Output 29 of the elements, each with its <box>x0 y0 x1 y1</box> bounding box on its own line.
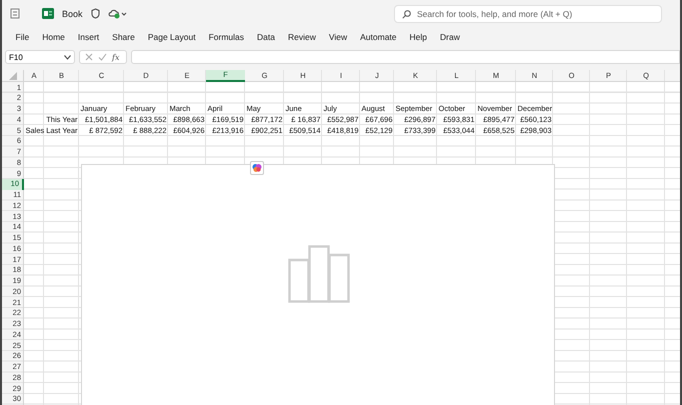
bar-chart-placeholder-icon <box>288 245 352 303</box>
cancel-icon <box>85 53 93 61</box>
document-title[interactable]: Book <box>62 8 83 18</box>
ribbon-tab[interactable]: Help <box>403 30 434 44</box>
checkmark-icon <box>98 53 107 61</box>
chart-area[interactable] <box>81 164 555 405</box>
insert-function-button[interactable]: fx <box>112 52 120 62</box>
cloud-check-icon <box>108 8 127 19</box>
ribbon-tab[interactable]: View <box>322 30 354 44</box>
ribbon-tab[interactable]: Draw <box>434 30 466 44</box>
ribbon-tab[interactable]: Data <box>250 30 282 44</box>
ribbon-tab[interactable]: Share <box>106 30 142 44</box>
ribbon-tab[interactable]: Home <box>36 30 72 44</box>
app-icon <box>10 8 20 19</box>
name-box[interactable]: F10 <box>5 50 75 64</box>
formula-input[interactable] <box>131 50 680 64</box>
shield-icon <box>90 8 100 19</box>
select-all-icon <box>9 72 17 80</box>
chevron-down-icon <box>64 54 71 60</box>
spreadsheet-logo-icon <box>42 8 54 19</box>
ribbon-tab[interactable]: File <box>9 30 36 44</box>
search-field[interactable]: Search for tools, help, and more (Alt + Q) <box>394 4 662 22</box>
search-icon <box>402 10 411 18</box>
copilot-icon <box>250 161 264 175</box>
ribbon-tab[interactable]: Formulas <box>202 30 251 44</box>
ribbon-tab[interactable]: Insert <box>71 30 106 44</box>
ribbon-tab[interactable]: Automate <box>354 30 404 44</box>
ribbon-tab[interactable]: Review <box>281 30 322 44</box>
ribbon-tab[interactable]: Page Layout <box>141 30 202 44</box>
